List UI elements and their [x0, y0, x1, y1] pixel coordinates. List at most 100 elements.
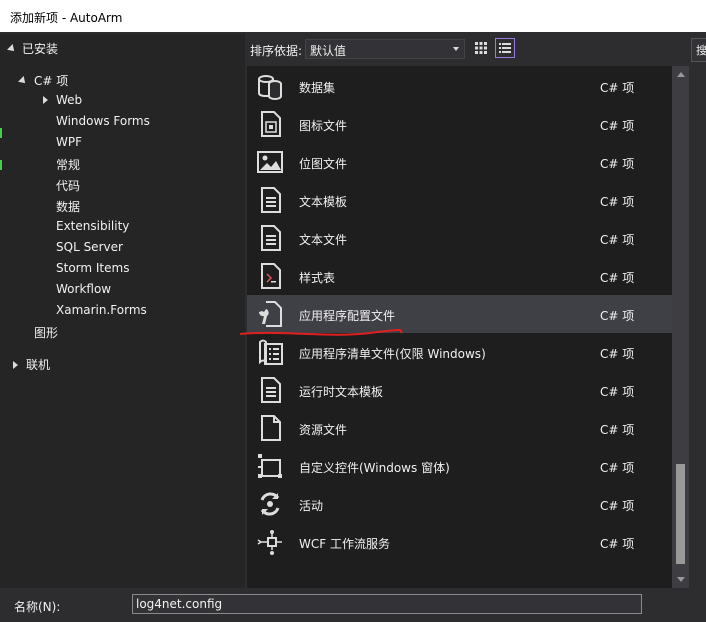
tree-item-label: WPF: [56, 135, 83, 149]
template-category: C# 项: [600, 347, 635, 361]
template-row[interactable]: 位图文件 C# 项: [247, 143, 672, 181]
template-row[interactable]: 文本文件 C# 项: [247, 219, 672, 257]
sort-dropdown[interactable]: 默认值: [305, 39, 465, 59]
sort-toolbar: 排序依据: 默认值 搜: [245, 34, 706, 64]
bitmap-icon: [255, 147, 285, 177]
template-name: 资源文件: [299, 423, 348, 437]
template-category: C# 项: [600, 499, 635, 513]
scroll-down-icon[interactable]: [677, 577, 685, 582]
tree-item-label: Workflow: [56, 282, 112, 296]
tree-item[interactable]: Storm Items: [40, 261, 129, 275]
edge-accent-marker: [0, 128, 2, 138]
template-category: C# 项: [600, 195, 635, 209]
stylesheet-icon: [255, 261, 285, 291]
expand-right-icon[interactable]: [40, 96, 50, 104]
template-name: WCF 工作流服务: [299, 537, 390, 551]
template-category: C# 项: [600, 233, 635, 247]
template-category: C# 项: [600, 537, 635, 551]
template-name: 应用程序配置文件: [299, 309, 396, 323]
custom-control-icon: [255, 451, 285, 481]
template-category: C# 项: [600, 309, 635, 323]
tree-item[interactable]: 代码: [40, 177, 80, 194]
template-name: 图标文件: [299, 119, 348, 133]
tree-item-label: 数据: [56, 200, 81, 214]
edge-accent-marker: [0, 160, 2, 170]
chevron-down-icon: [453, 47, 459, 51]
expand-right-icon[interactable]: [10, 360, 20, 369]
template-row[interactable]: 运行时文本模板 C# 项: [247, 371, 672, 409]
dataset-icon: [255, 71, 285, 101]
tree-item-label: 常规: [56, 158, 81, 172]
tree-item[interactable]: Xamarin.Forms: [40, 303, 147, 317]
config-file-icon: [255, 299, 285, 329]
tree-item[interactable]: 数据: [40, 198, 80, 215]
template-row[interactable]: 自定义控件(Windows 窗体) C# 项: [247, 447, 672, 485]
list-view-button[interactable]: [495, 38, 515, 58]
grid-view-button[interactable]: [471, 38, 491, 58]
tree-item[interactable]: 联机: [10, 356, 50, 373]
template-row[interactable]: 文本模板 C# 项: [247, 181, 672, 219]
scroll-up-icon[interactable]: [677, 72, 685, 77]
tree-item[interactable]: WPF: [40, 135, 82, 149]
template-row[interactable]: 数据集 C# 项: [247, 67, 672, 105]
name-bar: 名称(N):: [0, 590, 706, 622]
tree-item-label: Windows Forms: [56, 114, 150, 128]
template-category: C# 项: [600, 271, 635, 285]
tree-item[interactable]: Workflow: [40, 282, 111, 296]
template-row[interactable]: 图标文件 C# 项: [247, 105, 672, 143]
tree-item[interactable]: Web: [40, 93, 82, 107]
tree-item-label: 联机: [26, 358, 51, 372]
tree-item[interactable]: 常规: [40, 156, 80, 173]
expand-down-icon[interactable]: [18, 75, 28, 86]
template-category: C# 项: [600, 385, 635, 399]
grid-view-icon: [475, 42, 487, 54]
installed-header[interactable]: 已安装: [7, 40, 58, 57]
template-name: 自定义控件(Windows 窗体): [299, 461, 450, 475]
tree-item-label: Storm Items: [56, 261, 130, 275]
template-name: 样式表: [299, 271, 336, 285]
tree-item[interactable]: Extensibility: [40, 219, 129, 233]
template-list: 数据集 C# 项图标文件 C# 项位图文件 C# 项文本模板 C# 项文本文件 C# 项样…: [247, 66, 672, 588]
template-row[interactable]: 应用程序配置文件 C# 项: [247, 295, 672, 333]
icon-file-icon: [255, 109, 285, 139]
template-row[interactable]: 活动 C# 项: [247, 485, 672, 523]
tree-item-label: Web: [56, 93, 83, 107]
list-view-icon: [499, 43, 511, 53]
window-title: 添加新项 - AutoArm: [10, 11, 123, 25]
tree-item-label: SQL Server: [56, 240, 123, 254]
search-hint: 搜: [696, 44, 706, 57]
tree-item-label: Xamarin.Forms: [56, 303, 147, 317]
template-row[interactable]: 资源文件 C# 项: [247, 409, 672, 447]
scrollbar-thumb[interactable]: [676, 464, 685, 564]
template-row[interactable]: WCF 工作流服务 C# 项: [247, 523, 672, 561]
template-category: C# 项: [600, 81, 635, 95]
template-category: C# 项: [600, 119, 635, 133]
title-bar: 添加新项 - AutoArm: [0, 0, 706, 32]
template-name: 数据集: [299, 81, 336, 95]
template-row[interactable]: 应用程序清单文件(仅限 Windows) C# 项: [247, 333, 672, 371]
tree-item[interactable]: 图形: [18, 324, 58, 341]
resource-file-icon: [255, 413, 285, 443]
sort-value: 默认值: [310, 44, 347, 58]
template-name: 活动: [299, 499, 324, 513]
sort-label: 排序依据:: [250, 44, 303, 58]
text-file-icon: [255, 223, 285, 253]
expand-down-icon: [7, 43, 17, 54]
wcf-service-icon: [255, 527, 285, 557]
tree-item[interactable]: C# 项: [18, 72, 68, 89]
name-input[interactable]: [132, 594, 642, 614]
list-scrollbar[interactable]: [672, 66, 689, 588]
details-panel: [690, 66, 706, 588]
name-label: 名称(N):: [14, 600, 61, 614]
search-box[interactable]: 搜: [691, 38, 706, 62]
template-name: 运行时文本模板: [299, 385, 384, 399]
tree-item[interactable]: SQL Server: [40, 240, 123, 254]
template-name: 位图文件: [299, 157, 348, 171]
activity-icon: [255, 489, 285, 519]
tree-item[interactable]: Windows Forms: [40, 114, 150, 128]
template-category: C# 项: [600, 157, 635, 171]
template-category: C# 项: [600, 461, 635, 475]
tree-item-label: Extensibility: [56, 219, 130, 233]
template-row[interactable]: 样式表 C# 项: [247, 257, 672, 295]
tree-item-label: 代码: [56, 179, 81, 193]
